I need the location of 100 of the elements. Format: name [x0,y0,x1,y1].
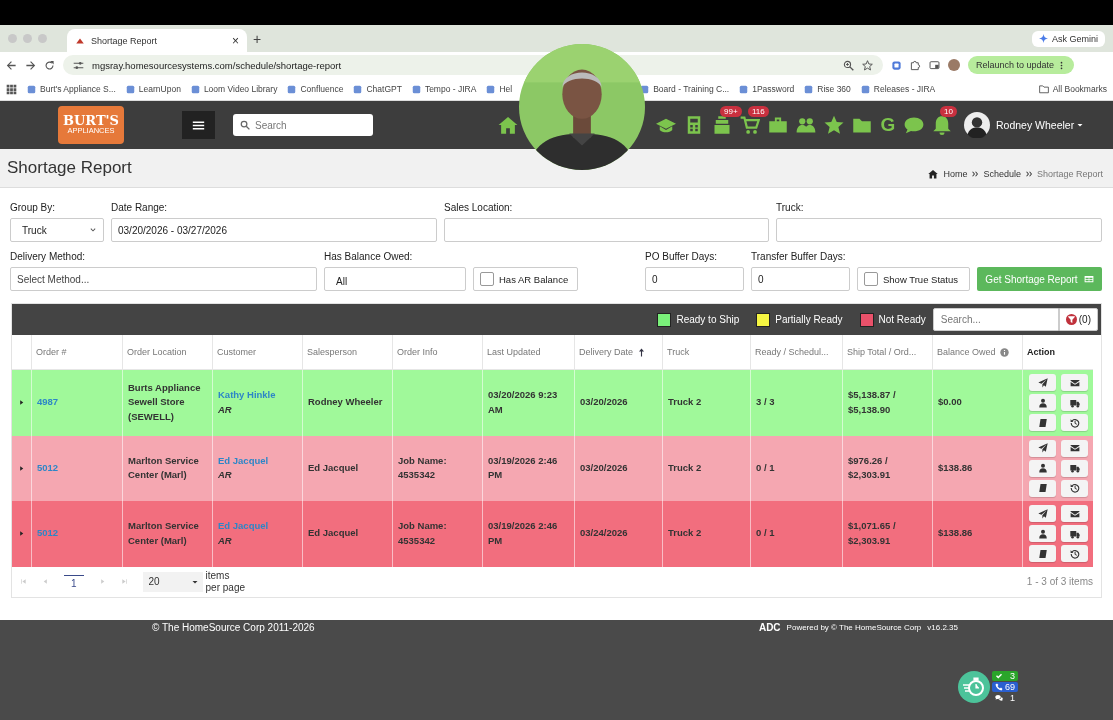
breadcrumb-link[interactable]: Schedule [983,169,1021,179]
paper-plane-button[interactable] [1029,439,1056,457]
favicon-icon [486,84,496,94]
truck-button[interactable] [1061,525,1088,543]
input-field[interactable]: Select Method... [10,267,317,291]
page-size-dropdown[interactable]: 20 [142,571,203,592]
field-label: Has Balance Owed: [324,251,414,262]
stopwatch-icon[interactable] [958,670,990,703]
menu-icon [192,118,205,132]
history-button[interactable] [1061,545,1088,563]
bookmark[interactable]: Confluence [287,84,344,94]
input-field[interactable] [776,218,1102,242]
envelope-button[interactable] [1061,374,1088,392]
page-button[interactable]: 1 [64,574,84,589]
truck-button[interactable] [1061,394,1088,412]
legend-label: Ready to Ship [676,314,740,325]
copyright-text: © The HomeSource Corp 2011-2026 [152,621,315,633]
book-icon [1037,483,1048,494]
expand-icon[interactable] [18,399,25,407]
home-button[interactable] [498,115,518,135]
ask-gemini-button[interactable]: Ask Gemini [1032,30,1105,47]
browser-tab[interactable]: Shortage Report × [67,29,247,52]
user-button[interactable] [1029,459,1056,477]
bookmark[interactable]: Rise 360 [804,84,851,94]
paper-plane-button[interactable] [1029,505,1056,523]
table-cell-text: 03/20/2026 [580,460,628,475]
cart-button[interactable] [740,115,760,135]
book-icon [1037,417,1048,428]
puzzle-icon[interactable] [910,59,921,71]
user-button[interactable] [1029,394,1056,412]
menu-button[interactable] [182,111,215,139]
checkbox[interactable]: Show True Status [857,267,970,291]
apps-icon[interactable] [6,83,17,95]
table-row[interactable]: 5012 Marlton Service Center (Marl) Ed Jacquel AR Ed Jacquel Job Name: 4535342 03/19/2026 2:46 PM 03/20/2026 Truck 2 0 / 1 $976.26 / $2,303.91 $138.86 [12,435,1093,501]
checkbox-square[interactable] [480,272,494,286]
input-field[interactable]: 0 [751,267,850,291]
briefcase-button[interactable] [768,115,788,135]
history-button[interactable] [1061,414,1088,432]
envelope-icon [1069,508,1080,519]
envelope-button[interactable] [1061,505,1088,523]
table-cell-text: $0.00 [938,395,962,410]
table-icon [1083,274,1094,284]
search-field[interactable]: Search [233,114,373,136]
new-tab-button[interactable]: + [253,30,262,47]
back-icon[interactable] [6,59,17,71]
user-button[interactable] [1029,525,1056,543]
breadcrumb-link[interactable]: Home [943,169,968,179]
bookmark[interactable]: LearnUpon [125,84,181,94]
book-button[interactable] [1029,545,1056,563]
book-button[interactable] [1029,414,1056,432]
envelope-button[interactable] [1061,439,1088,457]
profile-avatar[interactable] [948,59,960,71]
field-label: Date Range: [111,202,169,213]
register-button[interactable] [712,115,732,135]
bookmark-star-icon[interactable] [862,59,873,71]
truck-button[interactable] [1061,459,1088,477]
all-bookmarks-button[interactable]: All Bookmarks [1038,84,1107,94]
history-button[interactable] [1061,479,1088,497]
chat-button[interactable] [904,115,924,135]
book-button[interactable] [1029,479,1056,497]
bookmark[interactable]: Burt's Appliance S... [27,84,116,94]
zoom-icon[interactable] [843,59,854,71]
customer-tag: AR [218,402,232,418]
dropdown[interactable]: All [324,267,466,291]
user-menu[interactable]: Rodney Wheeler [996,119,1085,131]
bookmark[interactable]: Loom Video Library [190,84,278,94]
filter-button[interactable]: (0) [1058,308,1098,331]
expand-icon[interactable] [18,464,25,472]
paper-plane-button[interactable] [1029,374,1056,392]
bookmark[interactable]: Releases - JIRA [860,84,936,94]
people-button[interactable] [796,115,816,135]
table-cell-text: $138.86 [938,460,973,475]
bookmark[interactable]: Hel [486,84,513,94]
forward-icon[interactable] [25,59,36,71]
table-cell-text: 03/19/2026 2:46 PM [488,519,559,548]
close-tab-button[interactable]: × [232,33,239,48]
bookmark[interactable]: ChatGPT [353,84,402,94]
dropdown[interactable]: Truck [10,218,104,242]
bookmark[interactable]: Tempo - JIRA [411,84,477,94]
table-cell-text: Truck 2 [668,460,702,475]
checkbox[interactable]: Has AR Balance [473,267,578,291]
checkbox-square[interactable] [864,272,878,286]
avatar[interactable] [964,112,990,138]
letter-button[interactable]: G [880,114,896,136]
site-settings-icon[interactable] [73,59,84,71]
reload-icon[interactable] [44,59,55,71]
expand-icon[interactable] [18,530,25,538]
table-row[interactable]: 4987 Burts Appliance Sewell Store (SEWELL) Kathy Hinkle AR Rodney Wheeler 03/20/2026 9:23 AM 03/20/2026 Truck 2 3 / 3 $5,138.87 / $5,138.90 $0.00 [12,370,1093,436]
star-button[interactable] [824,115,844,135]
table-row[interactable]: 5012 Marlton Service Center (Marl) Ed Jacquel AR Ed Jacquel Job Name: 4535342 03/19/2026 2:46 PM 03/24/2026 Truck 2 0 / 1 $1,071.65 / $2,303.91 $138.86 [12,501,1093,567]
input-field[interactable]: 03/20/2026 - 03/27/2026 [111,218,437,242]
extension-icon[interactable] [891,59,902,71]
bookmark[interactable]: 1Password [739,84,795,94]
search-field[interactable]: Search... [932,308,1059,331]
input-field[interactable]: 0 [645,267,744,291]
customer-tag: AR [218,468,232,483]
input-field[interactable] [444,218,769,242]
side-panel-icon[interactable] [929,59,940,71]
relaunch-button[interactable]: Relaunch to update [968,56,1075,74]
bell-button[interactable] [932,115,952,135]
